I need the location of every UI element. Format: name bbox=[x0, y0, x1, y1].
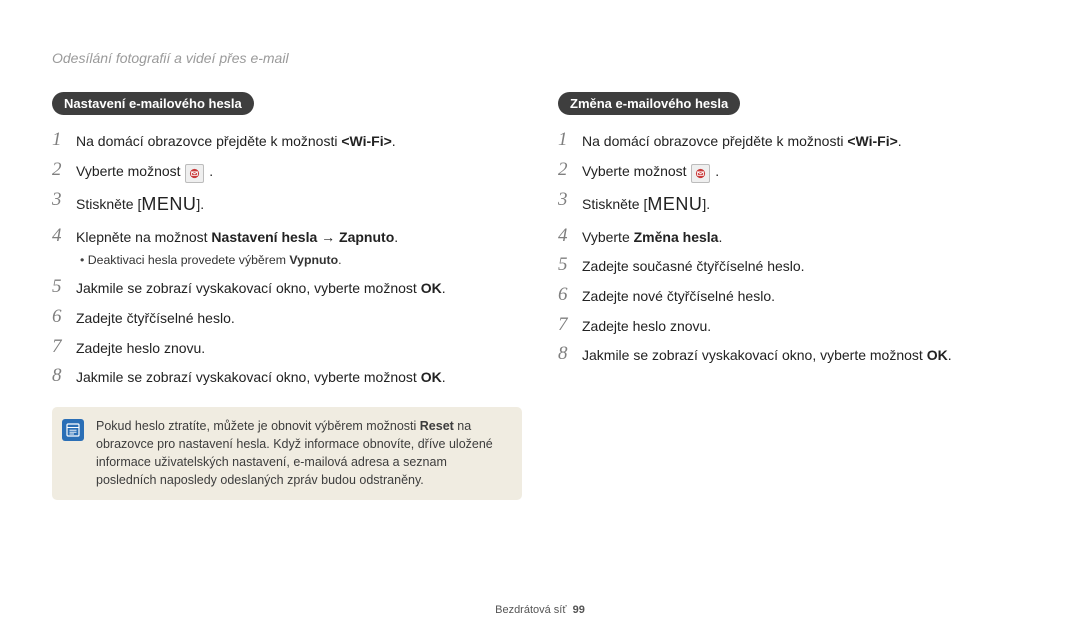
left-column: Nastavení e-mailového hesla 1Na domácí o… bbox=[52, 92, 522, 500]
step-number: 2 bbox=[558, 159, 582, 183]
step-number: 6 bbox=[558, 284, 582, 308]
step-body: Jakmile se zobrazí vyskakovací okno, vyb… bbox=[76, 365, 522, 389]
section-heading-left: Nastavení e-mailového hesla bbox=[52, 92, 254, 115]
step-body: Zadejte čtyřčíselné heslo. bbox=[76, 306, 522, 330]
list-item: 7Zadejte heslo znovu. bbox=[52, 336, 522, 360]
step-number: 4 bbox=[558, 225, 582, 249]
step-body: Vyberte Změna hesla. bbox=[582, 225, 1028, 249]
step-text: Zadejte heslo znovu. bbox=[76, 338, 522, 360]
list-item: 1Na domácí obrazovce přejděte k možnosti… bbox=[52, 129, 522, 153]
list-item: 6Zadejte čtyřčíselné heslo. bbox=[52, 306, 522, 330]
note-icon-wrap bbox=[62, 417, 84, 490]
list-item: 2Vyberte možnost . bbox=[558, 159, 1028, 183]
page-footer: Bezdrátová síť 99 bbox=[0, 604, 1080, 616]
step-body: Zadejte současné čtyřčíselné heslo. bbox=[582, 254, 1028, 278]
step-body: Vyberte možnost . bbox=[582, 159, 1028, 183]
step-body: Zadejte heslo znovu. bbox=[76, 336, 522, 360]
list-item: 4Vyberte Změna hesla. bbox=[558, 225, 1028, 249]
email-app-icon bbox=[185, 164, 204, 183]
list-item: 5Zadejte současné čtyřčíselné heslo. bbox=[558, 254, 1028, 278]
step-body: Stiskněte [MENU]. bbox=[76, 189, 522, 219]
note-box: Pokud heslo ztratíte, můžete je obnovit … bbox=[52, 407, 522, 500]
list-item: 4Klepněte na možnost Nastavení hesla → Z… bbox=[52, 225, 522, 271]
content-columns: Nastavení e-mailového hesla 1Na domácí o… bbox=[52, 92, 1028, 500]
step-body: Na domácí obrazovce přejděte k možnosti … bbox=[582, 129, 1028, 153]
page: Odesílání fotografií a videí přes e-mail… bbox=[0, 0, 1080, 630]
step-number: 1 bbox=[558, 129, 582, 153]
step-text: Jakmile se zobrazí vyskakovací okno, vyb… bbox=[76, 367, 522, 389]
menu-label: MENU bbox=[647, 194, 702, 214]
step-number: 7 bbox=[52, 336, 76, 360]
step-number: 6 bbox=[52, 306, 76, 330]
list-item: 3Stiskněte [MENU]. bbox=[52, 189, 522, 219]
step-number: 8 bbox=[558, 343, 582, 367]
breadcrumb: Odesílání fotografií a videí přes e-mail bbox=[52, 50, 1028, 66]
step-body: Zadejte nové čtyřčíselné heslo. bbox=[582, 284, 1028, 308]
list-item: 1Na domácí obrazovce přejděte k možnosti… bbox=[558, 129, 1028, 153]
footer-section: Bezdrátová síť bbox=[495, 604, 566, 616]
list-item: 7Zadejte heslo znovu. bbox=[558, 314, 1028, 338]
step-text: Zadejte současné čtyřčíselné heslo. bbox=[582, 256, 1028, 278]
list-item: 6Zadejte nové čtyřčíselné heslo. bbox=[558, 284, 1028, 308]
note-icon bbox=[62, 419, 84, 441]
right-column: Změna e-mailového hesla 1Na domácí obraz… bbox=[558, 92, 1028, 500]
step-number: 5 bbox=[558, 254, 582, 278]
step-number: 7 bbox=[558, 314, 582, 338]
step-text: Stiskněte [MENU]. bbox=[582, 191, 1028, 219]
sub-bullet: Deaktivaci hesla provedete výběrem Vypnu… bbox=[76, 251, 522, 270]
step-text: Stiskněte [MENU]. bbox=[76, 191, 522, 219]
step-text: Zadejte heslo znovu. bbox=[582, 316, 1028, 338]
step-body: Na domácí obrazovce přejděte k možnosti … bbox=[76, 129, 522, 153]
section-heading-right: Změna e-mailového hesla bbox=[558, 92, 740, 115]
step-text: Jakmile se zobrazí vyskakovací okno, vyb… bbox=[76, 278, 522, 300]
step-text: Vyberte možnost . bbox=[582, 161, 1028, 183]
step-number: 4 bbox=[52, 225, 76, 271]
step-text: Klepněte na možnost Nastavení hesla → Za… bbox=[76, 227, 522, 249]
right-steps: 1Na domácí obrazovce přejděte k možnosti… bbox=[558, 129, 1028, 367]
step-body: Zadejte heslo znovu. bbox=[582, 314, 1028, 338]
list-item: 8Jakmile se zobrazí vyskakovací okno, vy… bbox=[558, 343, 1028, 367]
step-number: 8 bbox=[52, 365, 76, 389]
step-number: 3 bbox=[52, 189, 76, 219]
step-body: Klepněte na možnost Nastavení hesla → Za… bbox=[76, 225, 522, 271]
list-item: 5Jakmile se zobrazí vyskakovací okno, vy… bbox=[52, 276, 522, 300]
step-number: 2 bbox=[52, 159, 76, 183]
step-text: Vyberte Změna hesla. bbox=[582, 227, 1028, 249]
step-text: Na domácí obrazovce přejděte k možnosti … bbox=[582, 131, 1028, 153]
step-text: Na domácí obrazovce přejděte k možnosti … bbox=[76, 131, 522, 153]
step-text: Zadejte čtyřčíselné heslo. bbox=[76, 308, 522, 330]
step-text: Jakmile se zobrazí vyskakovací okno, vyb… bbox=[582, 345, 1028, 367]
step-number: 3 bbox=[558, 189, 582, 219]
step-number: 5 bbox=[52, 276, 76, 300]
list-item: 2Vyberte možnost . bbox=[52, 159, 522, 183]
page-number: 99 bbox=[573, 604, 585, 616]
left-steps: 1Na domácí obrazovce přejděte k možnosti… bbox=[52, 129, 522, 389]
step-body: Vyberte možnost . bbox=[76, 159, 522, 183]
step-body: Jakmile se zobrazí vyskakovací okno, vyb… bbox=[76, 276, 522, 300]
step-body: Stiskněte [MENU]. bbox=[582, 189, 1028, 219]
menu-label: MENU bbox=[141, 194, 196, 214]
note-text: Pokud heslo ztratíte, můžete je obnovit … bbox=[96, 417, 504, 490]
step-text: Vyberte možnost . bbox=[76, 161, 522, 183]
step-text: Zadejte nové čtyřčíselné heslo. bbox=[582, 286, 1028, 308]
step-body: Jakmile se zobrazí vyskakovací okno, vyb… bbox=[582, 343, 1028, 367]
list-item: 3Stiskněte [MENU]. bbox=[558, 189, 1028, 219]
email-app-icon bbox=[691, 164, 710, 183]
step-number: 1 bbox=[52, 129, 76, 153]
list-item: 8Jakmile se zobrazí vyskakovací okno, vy… bbox=[52, 365, 522, 389]
